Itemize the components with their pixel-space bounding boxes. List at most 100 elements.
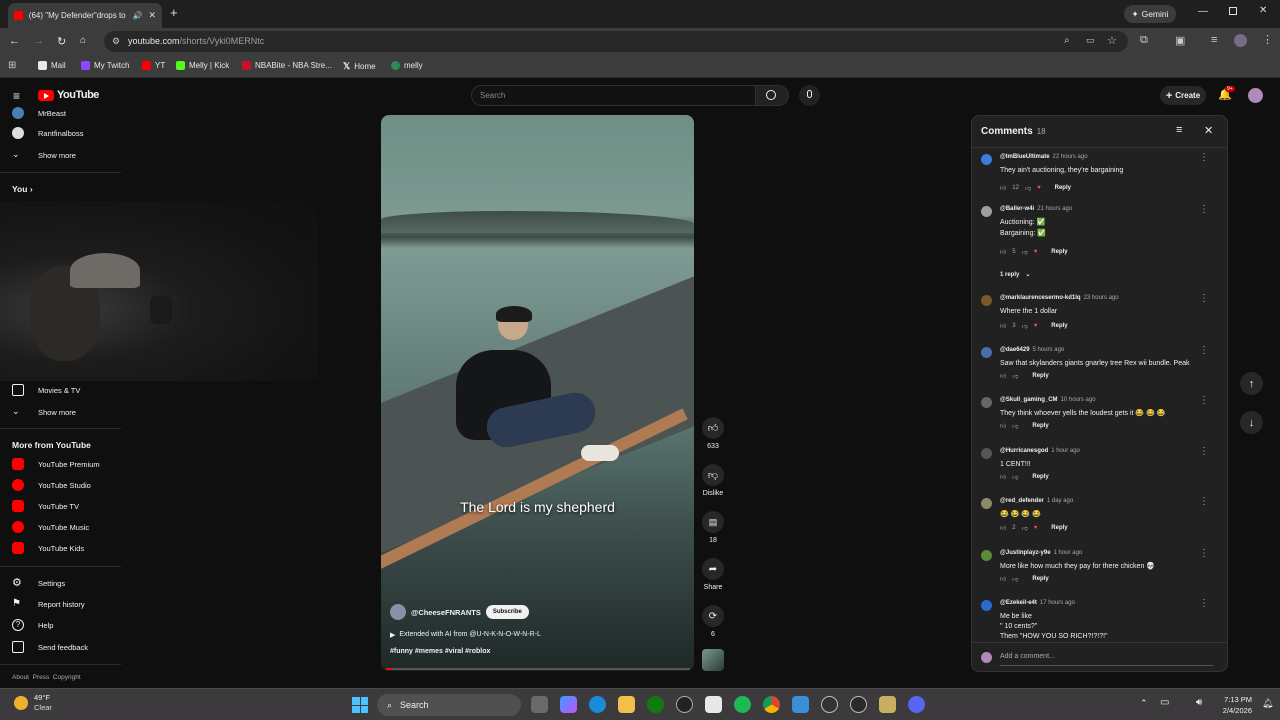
minimize-button[interactable]: — bbox=[1198, 6, 1208, 17]
thumbs-up-icon[interactable]: 👍︎ bbox=[1000, 184, 1006, 192]
author-name[interactable]: @red_defender bbox=[1000, 498, 1044, 504]
url-bar[interactable]: ⚙ youtube.com/shorts/Vyki0MERNtc ⌕ ▭ ☆ bbox=[104, 31, 1128, 52]
author-name[interactable]: @dae6429 bbox=[1000, 347, 1030, 353]
extensions-icon[interactable]: ⧉ bbox=[1140, 34, 1148, 47]
thumbs-up-icon[interactable]: 👍︎ bbox=[1000, 473, 1006, 481]
cast-icon[interactable]: ▭ bbox=[1086, 35, 1095, 46]
thumbs-down-icon[interactable]: 👎︎ bbox=[1022, 322, 1028, 330]
volume-icon[interactable]: 🔊︎ bbox=[1196, 697, 1202, 708]
new-tab-button[interactable]: + bbox=[170, 5, 178, 20]
commenter-avatar[interactable] bbox=[981, 154, 992, 165]
sidebar-show-more-2[interactable]: ⌄ Show more bbox=[12, 406, 76, 418]
bookmark-yt[interactable]: YT bbox=[142, 61, 165, 70]
photos-icon[interactable] bbox=[792, 696, 809, 713]
commenter-avatar[interactable] bbox=[981, 347, 992, 358]
reply-button[interactable]: Reply bbox=[1051, 249, 1067, 255]
sidebar-show-more[interactable]: ⌄ Show more bbox=[12, 149, 76, 161]
view-replies-button[interactable]: 1 reply ⌄ bbox=[1000, 271, 1030, 279]
comment-menu-icon[interactable]: ⋮ bbox=[1199, 497, 1209, 507]
like-button[interactable]: 👍︎ 633 bbox=[700, 417, 726, 450]
thumbs-up-icon[interactable]: 👍︎ bbox=[1000, 322, 1006, 330]
media-icon[interactable] bbox=[821, 696, 838, 713]
dislike-button[interactable]: 👎︎ Dislike bbox=[700, 464, 726, 497]
reply-button[interactable]: Reply bbox=[1032, 423, 1048, 429]
chrome-icon[interactable] bbox=[763, 696, 780, 713]
app-arrow-icon[interactable] bbox=[850, 696, 867, 713]
thumbs-up-icon[interactable]: 👍︎ bbox=[1000, 575, 1006, 583]
file-explorer-icon[interactable] bbox=[618, 696, 635, 713]
sidebar-footer-links[interactable]: About Press Copyright bbox=[12, 674, 81, 681]
thumbs-down-icon[interactable]: 👎︎ bbox=[1012, 422, 1018, 430]
browser-menu-icon[interactable]: ⋮ bbox=[1262, 33, 1273, 46]
hamburger-menu-icon[interactable]: ≡ bbox=[13, 89, 20, 103]
author-name[interactable]: @ImBlueUltimate bbox=[1000, 154, 1050, 160]
comment-menu-icon[interactable]: ⋮ bbox=[1199, 294, 1209, 304]
thumbs-down-icon[interactable]: 👎︎ bbox=[1012, 372, 1018, 380]
reply-button[interactable]: Reply bbox=[1032, 474, 1048, 480]
bookmark-melly[interactable]: melly bbox=[391, 61, 423, 70]
bookmark-twitch[interactable]: My Twitch bbox=[81, 61, 129, 70]
sidebar-sub-mrbeast[interactable]: MrBeast bbox=[12, 107, 66, 119]
channel-name[interactable]: @CheeseFNRANTS bbox=[411, 608, 481, 617]
comment-menu-icon[interactable]: ⋮ bbox=[1199, 346, 1209, 356]
tab-close-icon[interactable]: ✕ bbox=[148, 10, 156, 21]
bookmark-x-home[interactable]: 𝕏 Home bbox=[343, 61, 376, 72]
commenter-avatar[interactable] bbox=[981, 397, 992, 408]
gemini-button[interactable]: ✦ Gemini bbox=[1124, 5, 1176, 23]
previous-video-button[interactable]: ↑ bbox=[1240, 372, 1263, 395]
network-icon[interactable]: ▭ bbox=[1160, 697, 1169, 708]
shorts-video-player[interactable]: The Lord is my shepherd @CheeseFNRANTS S… bbox=[381, 115, 694, 671]
edge-icon[interactable] bbox=[589, 696, 606, 713]
weather-widget[interactable]: 49°F Clear bbox=[14, 693, 52, 713]
zoom-icon[interactable]: ⌕ bbox=[1064, 35, 1070, 46]
reply-button[interactable]: Reply bbox=[1051, 525, 1067, 531]
speaker-icon[interactable]: 🔊 bbox=[132, 11, 142, 20]
store-icon[interactable] bbox=[705, 696, 722, 713]
sidebar-item-premium[interactable]: YouTube Premium bbox=[12, 458, 100, 470]
share-button[interactable]: ➦ Share bbox=[700, 558, 726, 591]
commenter-avatar[interactable] bbox=[981, 448, 992, 459]
sidebar-icon[interactable]: ▣ bbox=[1175, 34, 1185, 47]
subscribe-button[interactable]: Subscribe bbox=[485, 605, 529, 619]
comments-button[interactable]: ▤ 18 bbox=[700, 511, 726, 544]
start-button[interactable] bbox=[352, 697, 368, 713]
reply-button[interactable]: Reply bbox=[1032, 576, 1048, 582]
extended-ai-link[interactable]: ▶ Extended with AI from @U-N-K-N-O-W-N-R-… bbox=[390, 631, 541, 639]
task-view-icon[interactable] bbox=[531, 696, 548, 713]
voice-search-button[interactable] bbox=[799, 85, 820, 106]
bookmark-kick[interactable]: Melly | Kick bbox=[176, 61, 229, 70]
comment-menu-icon[interactable]: ⋮ bbox=[1199, 396, 1209, 406]
comment-menu-icon[interactable]: ⋮ bbox=[1199, 549, 1209, 559]
sidebar-item-report-history[interactable]: ⚑ Report history bbox=[12, 598, 85, 610]
account-avatar[interactable] bbox=[1248, 88, 1263, 103]
reply-button[interactable]: Reply bbox=[1051, 323, 1067, 329]
sidebar-item-music[interactable]: YouTube Music bbox=[12, 521, 89, 533]
thumbs-up-icon[interactable]: 👍︎ bbox=[1000, 524, 1006, 532]
thumbs-up-icon[interactable]: 👍︎ bbox=[1000, 422, 1006, 430]
close-icon[interactable]: ✕ bbox=[1204, 124, 1213, 137]
sidebar-item-tv[interactable]: YouTube TV bbox=[12, 500, 79, 512]
notifications-button[interactable]: 🔔 9+ bbox=[1218, 86, 1235, 101]
author-name[interactable]: @Hurricanesgod bbox=[1000, 448, 1048, 454]
commenter-avatar[interactable] bbox=[981, 295, 992, 306]
sidebar-sub-rantfinalboss[interactable]: Rantfinalboss bbox=[12, 127, 83, 139]
thumbs-down-icon[interactable]: 👎︎ bbox=[1025, 184, 1031, 192]
remix-button[interactable]: ⟳ 6 bbox=[700, 605, 726, 638]
reply-button[interactable]: Reply bbox=[1055, 185, 1071, 191]
thumbs-down-icon[interactable]: 👎︎ bbox=[1012, 473, 1018, 481]
sidebar-item-feedback[interactable]: Send feedback bbox=[12, 641, 88, 653]
channel-avatar[interactable] bbox=[390, 604, 406, 620]
bookmark-mail[interactable]: Mail bbox=[38, 61, 66, 70]
taskbar-search[interactable]: ⌕ Search bbox=[377, 694, 521, 716]
home-icon[interactable]: ⌂ bbox=[80, 35, 86, 46]
commenter-avatar[interactable] bbox=[981, 600, 992, 611]
menu-lines-icon[interactable]: ≡ bbox=[1211, 34, 1217, 46]
comment-menu-icon[interactable]: ⋮ bbox=[1199, 447, 1209, 457]
author-name[interactable]: @Justinplayz-y9e bbox=[1000, 550, 1051, 556]
commenter-avatar[interactable] bbox=[981, 498, 992, 509]
search-input[interactable]: Search bbox=[471, 85, 756, 106]
apps-grid-icon[interactable]: ⊞ bbox=[8, 60, 16, 71]
thumbs-down-icon[interactable]: 👎︎ bbox=[1012, 575, 1018, 583]
commenter-avatar[interactable] bbox=[981, 550, 992, 561]
discord-icon[interactable] bbox=[908, 696, 925, 713]
